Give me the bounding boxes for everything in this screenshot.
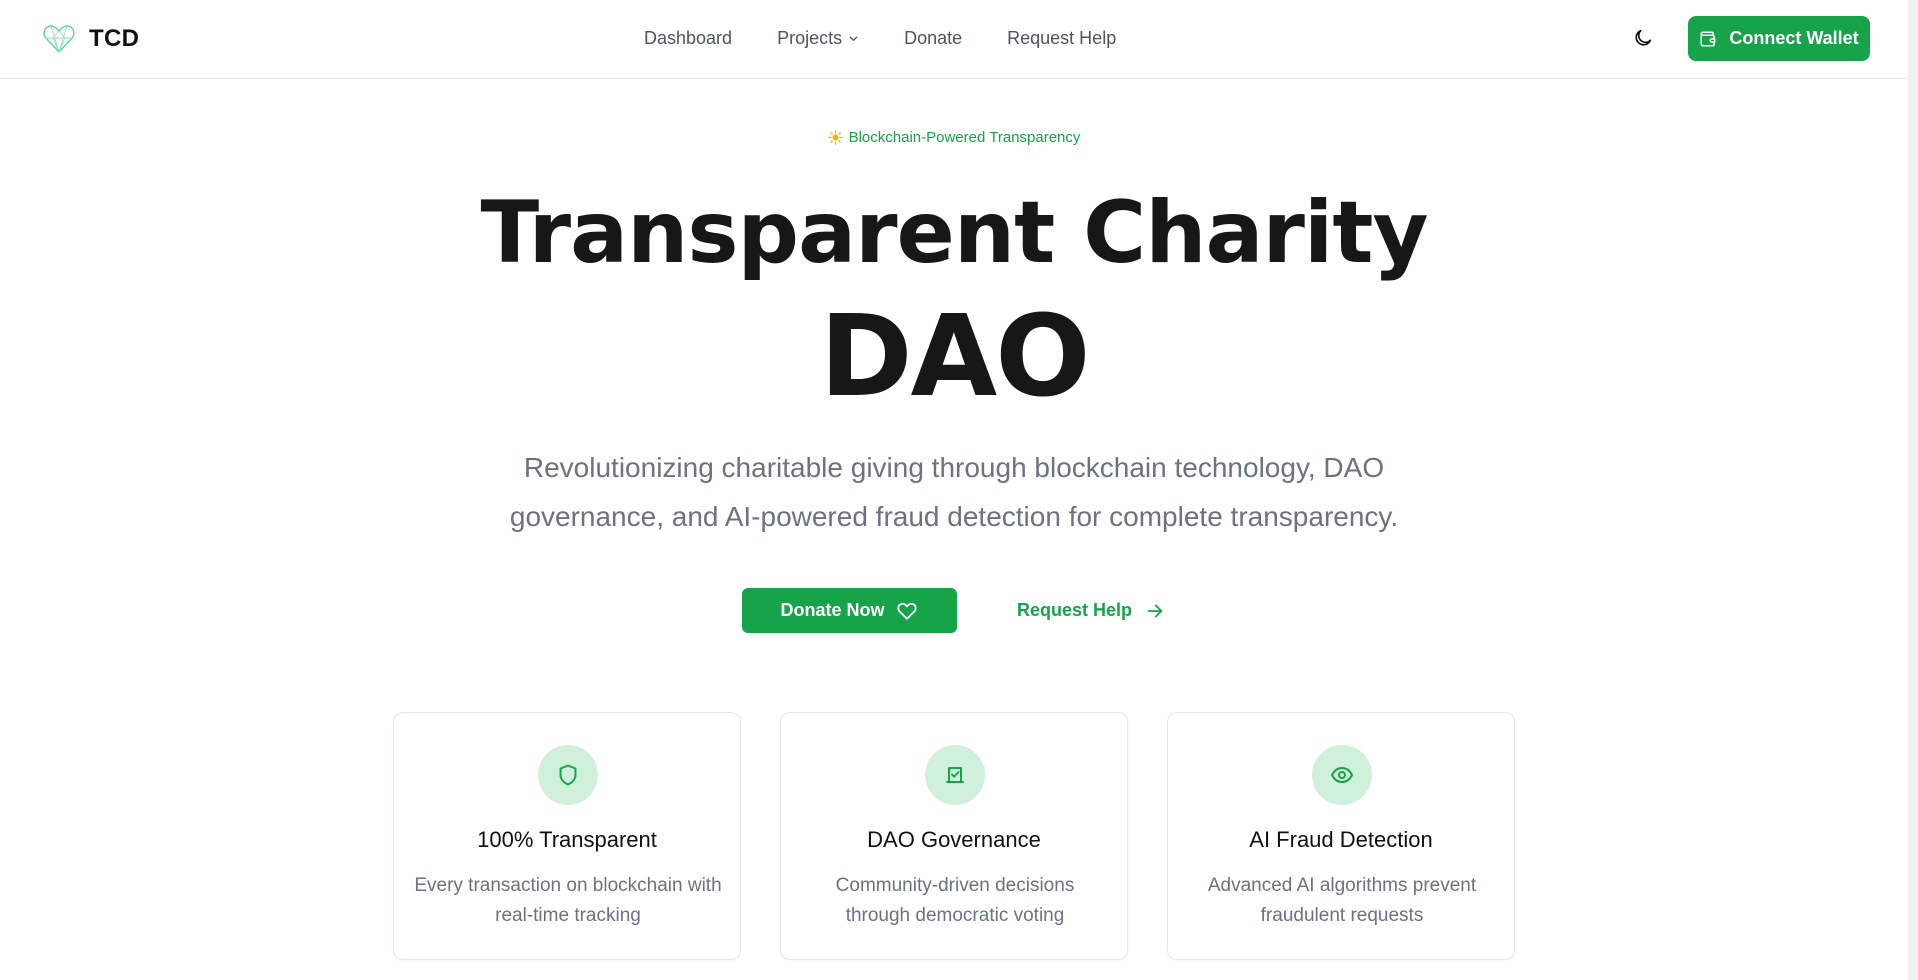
feature-description: Every transaction on blockchain with rea… — [414, 875, 722, 926]
brand-logo[interactable]: TCD — [43, 24, 139, 54]
brand-name: TCD — [89, 25, 140, 52]
eye-icon — [1331, 767, 1353, 783]
feature-title: 100% Transparent — [477, 827, 657, 852]
feature-icon-badge — [538, 745, 598, 805]
donate-now-button[interactable]: Donate Now — [741, 588, 957, 633]
nav-projects[interactable]: Projects — [777, 28, 859, 49]
nav-projects-label: Projects — [777, 28, 843, 48]
feature-card-governance: DAO Governance Community-driven decision… — [780, 712, 1128, 960]
vote-icon — [946, 767, 964, 783]
feature-title: AI Fraud Detection — [1249, 827, 1433, 852]
feature-description: Community-driven decisions through democ… — [835, 875, 1075, 926]
hero-subtitle: Revolutionizing charitable giving throug… — [509, 452, 1399, 532]
main-nav: Dashboard Projects Donate Request Help — [644, 28, 1116, 49]
site-header: TCD Dashboard Projects Donate Request He… — [0, 0, 1908, 79]
heart-logo-icon — [43, 25, 75, 54]
hero-badge-text: Blockchain-Powered Transparency — [848, 129, 1081, 146]
nav-donate[interactable]: Donate — [904, 28, 962, 49]
page-scrollbar[interactable] — [1908, 0, 1918, 980]
moon-icon[interactable] — [1632, 27, 1654, 49]
feature-card-ai-fraud: AI Fraud Detection Advanced AI algorithm… — [1167, 712, 1515, 960]
nav-dashboard-label: Dashboard — [644, 28, 733, 48]
nav-donate-label: Donate — [904, 28, 963, 48]
chevron-down-icon — [849, 36, 858, 41]
feature-icon-badge — [925, 745, 985, 805]
feature-description: Advanced AI algorithms prevent fraudulen… — [1207, 875, 1477, 926]
request-help-label: Request Help — [1016, 600, 1133, 620]
feature-icon-badge — [1312, 745, 1372, 805]
feature-card-transparent: 100% Transparent Every transaction on bl… — [393, 712, 741, 960]
hero-title-line2: DAO — [819, 292, 1091, 422]
nav-dashboard[interactable]: Dashboard — [644, 28, 732, 49]
hero-badge: Blockchain-Powered Transparency — [0, 129, 1908, 146]
shield-icon — [559, 764, 577, 786]
nav-request-help[interactable]: Request Help — [1007, 28, 1116, 49]
connect-wallet-button[interactable]: Connect Wallet — [1688, 16, 1870, 61]
donate-now-label: Donate Now — [780, 600, 885, 620]
sparkle-icon — [827, 130, 843, 145]
hero-title-line1: Transparent Charity — [480, 183, 1428, 283]
feature-title: DAO Governance — [867, 827, 1041, 852]
connect-wallet-label: Connect Wallet — [1729, 28, 1859, 48]
request-help-link[interactable]: Request Help — [1017, 588, 1166, 633]
nav-request-help-label: Request Help — [1007, 28, 1117, 48]
heart-icon — [897, 602, 918, 620]
hero-cta-row: Donate Now Request Help — [0, 588, 1908, 633]
arrow-right-icon — [1147, 604, 1163, 617]
wallet-icon — [1700, 31, 1716, 46]
